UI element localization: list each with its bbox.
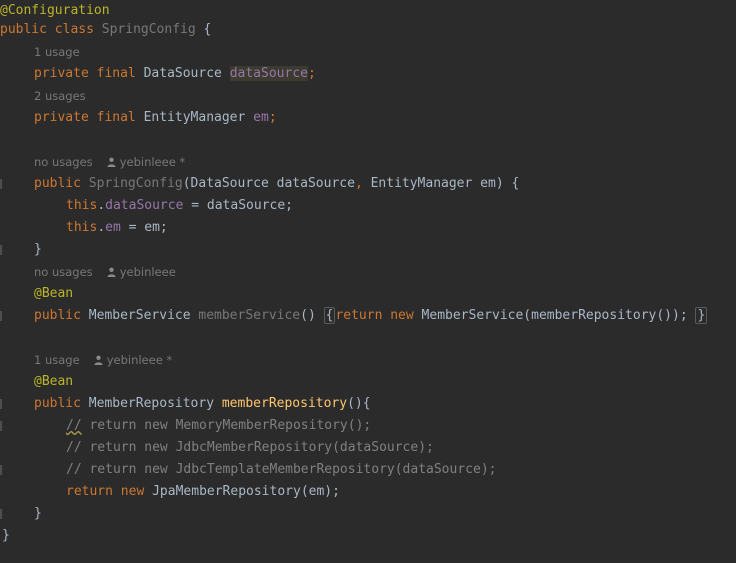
bean-annotation: @Bean <box>34 374 74 389</box>
gutter-marker[interactable] <box>0 399 2 409</box>
usage-hint[interactable]: 1 usage yebinleee * <box>34 349 172 371</box>
assignment: = em; <box>120 220 168 235</box>
param-em[interactable]: em <box>480 176 496 191</box>
code-line[interactable]: } <box>34 239 42 261</box>
keyword: final <box>96 66 136 81</box>
code-line[interactable]: this.em = em; <box>66 217 168 239</box>
field-datasource-highlighted[interactable]: dataSource <box>229 66 308 81</box>
gutter-marker[interactable] <box>0 465 2 475</box>
dot: . <box>97 198 106 213</box>
comment-text: // return new JdbcTemplateMemberReposito… <box>66 462 497 477</box>
usage-count[interactable]: 1 usage <box>34 45 80 59</box>
param-datasource[interactable]: dataSource <box>277 176 355 191</box>
class-name[interactable]: SpringConfig <box>102 22 196 37</box>
brace: } <box>2 528 10 543</box>
type-name[interactable]: DataSource <box>191 176 269 191</box>
type-name[interactable]: DataSource <box>144 66 222 81</box>
brace: } <box>34 242 42 257</box>
method-memberservice[interactable]: memberService <box>198 308 300 323</box>
usage-count[interactable]: 1 usage <box>34 353 80 367</box>
usage-count[interactable]: no usages <box>34 155 93 169</box>
keyword: public <box>34 308 81 323</box>
keyword: public <box>34 176 81 191</box>
code-line[interactable]: this.dataSource = dataSource; <box>66 195 293 217</box>
author-hint[interactable]: yebinleee * <box>120 155 186 169</box>
keyword: new <box>390 308 414 323</box>
code-line[interactable]: @Bean <box>34 283 73 305</box>
parens: () <box>300 308 316 323</box>
assignment: = dataSource; <box>183 198 293 213</box>
code-line[interactable]: private final EntityManager em; <box>34 107 277 129</box>
paren: ( <box>182 176 191 191</box>
code-line[interactable]: return new JpaMemberRepository(em); <box>66 481 340 503</box>
code-line[interactable]: public MemberRepository memberRepository… <box>34 393 371 415</box>
usage-count[interactable]: 2 usages <box>34 89 86 103</box>
code-line[interactable]: public MemberService memberService() {re… <box>34 305 708 327</box>
usage-hint[interactable]: no usages yebinleee * <box>34 151 185 173</box>
type-name[interactable]: EntityManager <box>144 110 246 125</box>
comment-text: // return new JdbcMemberRepository(dataS… <box>66 440 434 455</box>
keyword: private <box>34 66 89 81</box>
keyword: return <box>66 484 113 499</box>
keyword: return <box>335 308 383 323</box>
gutter-marker[interactable] <box>0 245 2 255</box>
code-line[interactable]: private final DataSource dataSource; <box>34 63 316 85</box>
usage-hint[interactable]: no usages yebinleee <box>34 261 176 283</box>
code-line[interactable]: } <box>2 525 10 547</box>
semicolon: ; <box>268 110 277 125</box>
person-icon <box>107 267 116 277</box>
code-line[interactable]: public SpringConfig(DataSource dataSourc… <box>34 173 519 195</box>
brace: { <box>203 22 212 37</box>
method-memberrepository[interactable]: memberRepository <box>222 396 347 411</box>
folded-brace-close[interactable]: } <box>695 307 708 324</box>
code-line[interactable]: public class SpringConfig { <box>0 19 211 41</box>
person-icon <box>94 355 103 365</box>
usage-hint[interactable]: 2 usages <box>34 85 86 107</box>
author-hint[interactable]: yebinleee * <box>107 353 173 367</box>
comment-slashes[interactable]: // <box>66 418 82 433</box>
paren-brace: ) { <box>495 176 520 191</box>
code-line[interactable]: // return new MemoryMemberRepository(); <box>66 415 371 437</box>
type-name[interactable]: MemberRepository <box>89 396 214 411</box>
code-editor[interactable]: @Configuration public class SpringConfig… <box>0 0 736 563</box>
gutter-marker[interactable] <box>0 421 2 431</box>
semicolon: ; <box>307 66 316 81</box>
keyword: this <box>66 198 98 213</box>
brace: } <box>34 506 42 521</box>
keyword: public <box>34 396 81 411</box>
configuration-annotation: @Configuration <box>0 3 110 18</box>
type-name[interactable]: EntityManager <box>371 176 473 191</box>
keyword: class <box>54 22 94 37</box>
constructor-name[interactable]: SpringConfig <box>89 176 183 191</box>
gutter-marker[interactable] <box>0 311 2 321</box>
code-line[interactable]: @Bean <box>34 371 73 393</box>
folded-brace-open[interactable]: { <box>323 307 336 324</box>
constructor-call[interactable]: JpaMemberRepository(em); <box>152 484 340 499</box>
keyword: final <box>96 110 136 125</box>
keyword: new <box>120 484 145 499</box>
field-em[interactable]: em <box>105 220 121 235</box>
keyword: private <box>34 110 89 125</box>
type-name[interactable]: MemberService <box>89 308 191 323</box>
usage-hint[interactable]: 1 usage <box>34 41 80 63</box>
code-line[interactable]: } <box>34 503 42 525</box>
parens-brace: (){ <box>347 396 371 411</box>
dot: . <box>97 220 106 235</box>
constructor-call[interactable]: MemberService(memberRepository()); <box>422 308 688 323</box>
code-line[interactable]: // return new JdbcMemberRepository(dataS… <box>66 437 434 459</box>
field-datasource[interactable]: dataSource <box>105 198 183 213</box>
person-icon <box>107 157 116 167</box>
gutter-marker[interactable] <box>0 509 2 519</box>
comment-text: return new MemoryMemberRepository(); <box>81 418 372 433</box>
keyword: public <box>0 22 47 37</box>
author-hint[interactable]: yebinleee <box>120 265 176 279</box>
keyword: this <box>66 220 98 235</box>
usage-count[interactable]: no usages <box>34 265 93 279</box>
field-em[interactable]: em <box>253 110 269 125</box>
gutter-marker[interactable] <box>0 179 2 189</box>
code-line[interactable]: // return new JdbcTemplateMemberReposito… <box>66 459 496 481</box>
comma: , <box>354 176 371 191</box>
bean-annotation: @Bean <box>34 286 74 301</box>
